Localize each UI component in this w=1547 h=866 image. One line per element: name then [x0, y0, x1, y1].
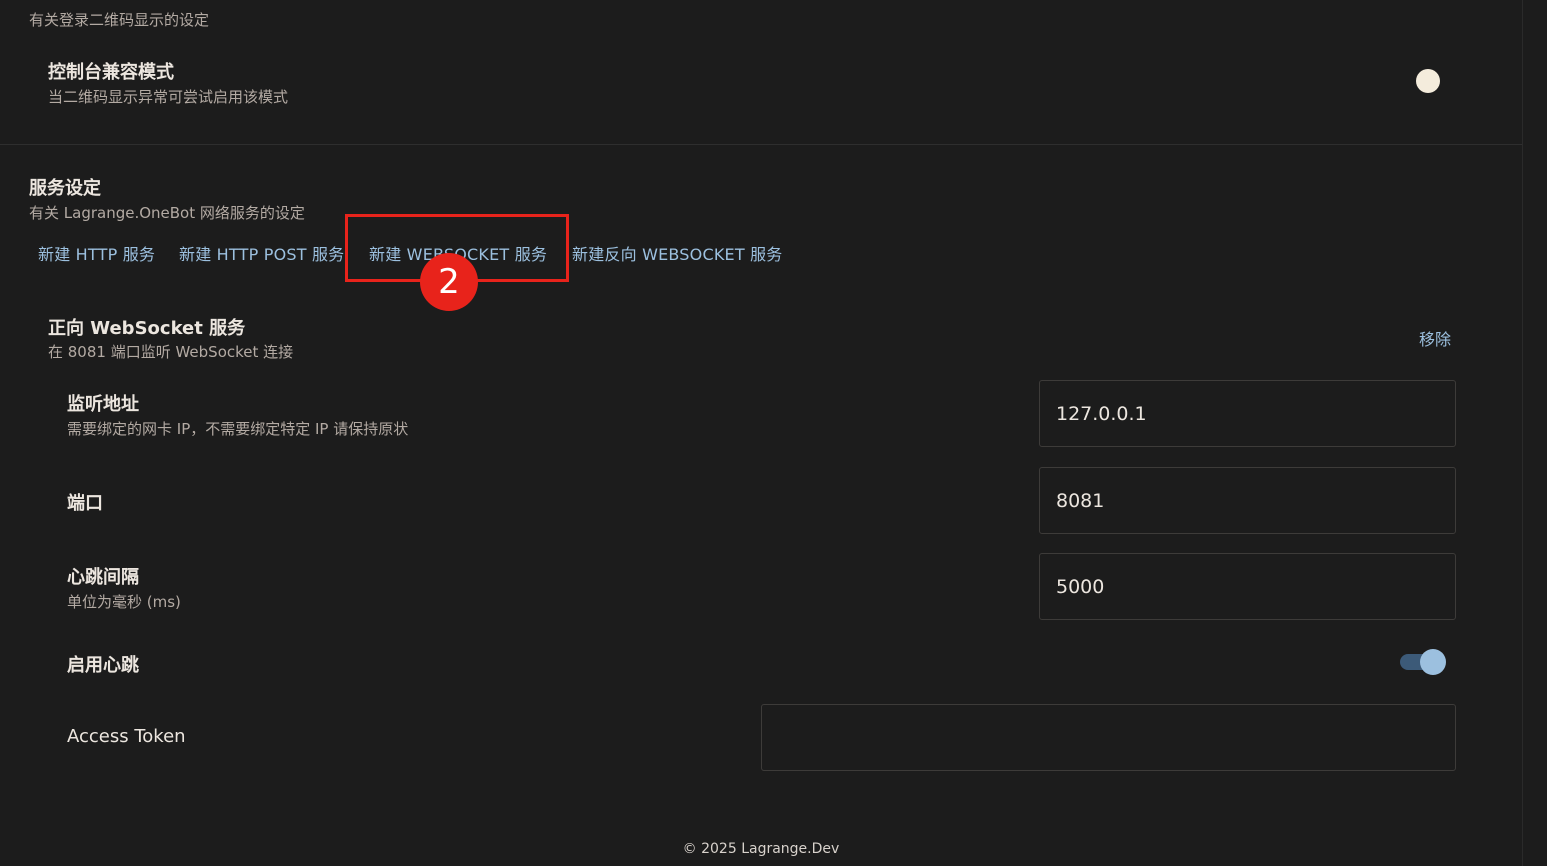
settings-page: 有关登录二维码显示的设定 控制台兼容模式 当二维码显示异常可尝试启用该模式 服务… — [0, 0, 1547, 866]
compat-mode-title: 控制台兼容模式 — [48, 62, 174, 83]
toggle-knob — [1420, 649, 1446, 675]
new-http-post-service-button[interactable]: 新建 HTTP POST 服务 — [179, 241, 344, 265]
heartbeat-enabled-label: 启用心跳 — [67, 655, 139, 676]
service-section-description: 有关 Lagrange.OneBot 网络服务的设定 — [29, 204, 305, 222]
section-divider — [0, 144, 1522, 145]
remove-service-button[interactable]: 移除 — [1419, 326, 1451, 350]
annotation-step-badge: 2 — [420, 253, 478, 311]
host-description: 需要绑定的网卡 IP，不需要绑定特定 IP 请保持原状 — [67, 420, 409, 438]
toggle-knob — [1416, 69, 1440, 93]
host-label: 监听地址 — [67, 394, 139, 415]
compat-mode-description: 当二维码显示异常可尝试启用该模式 — [48, 88, 289, 106]
heartbeat-enabled-toggle[interactable] — [1400, 648, 1446, 676]
heartbeat-interval-description: 单位为毫秒 (ms) — [67, 593, 181, 611]
footer-copyright: © 2025 Lagrange.Dev — [682, 841, 840, 857]
heartbeat-interval-input[interactable] — [1039, 553, 1456, 620]
heartbeat-interval-label: 心跳间隔 — [67, 567, 139, 588]
login-section-description: 有关登录二维码显示的设定 — [29, 11, 210, 29]
new-http-service-button[interactable]: 新建 HTTP 服务 — [38, 241, 155, 265]
port-input[interactable] — [1039, 467, 1456, 534]
websocket-service-description: 在 8081 端口监听 WebSocket 连接 — [48, 343, 294, 361]
websocket-service-title: 正向 WebSocket 服务 — [48, 318, 246, 339]
access-token-label: Access Token — [67, 726, 186, 747]
service-section-title: 服务设定 — [29, 178, 101, 199]
new-reverse-websocket-service-button[interactable]: 新建反向 WEBSOCKET 服务 — [572, 241, 783, 265]
access-token-input[interactable] — [761, 704, 1456, 771]
port-label: 端口 — [67, 493, 103, 514]
compat-mode-toggle[interactable] — [1408, 68, 1448, 94]
scrollbar-track[interactable] — [1522, 0, 1523, 866]
host-input[interactable] — [1039, 380, 1456, 447]
